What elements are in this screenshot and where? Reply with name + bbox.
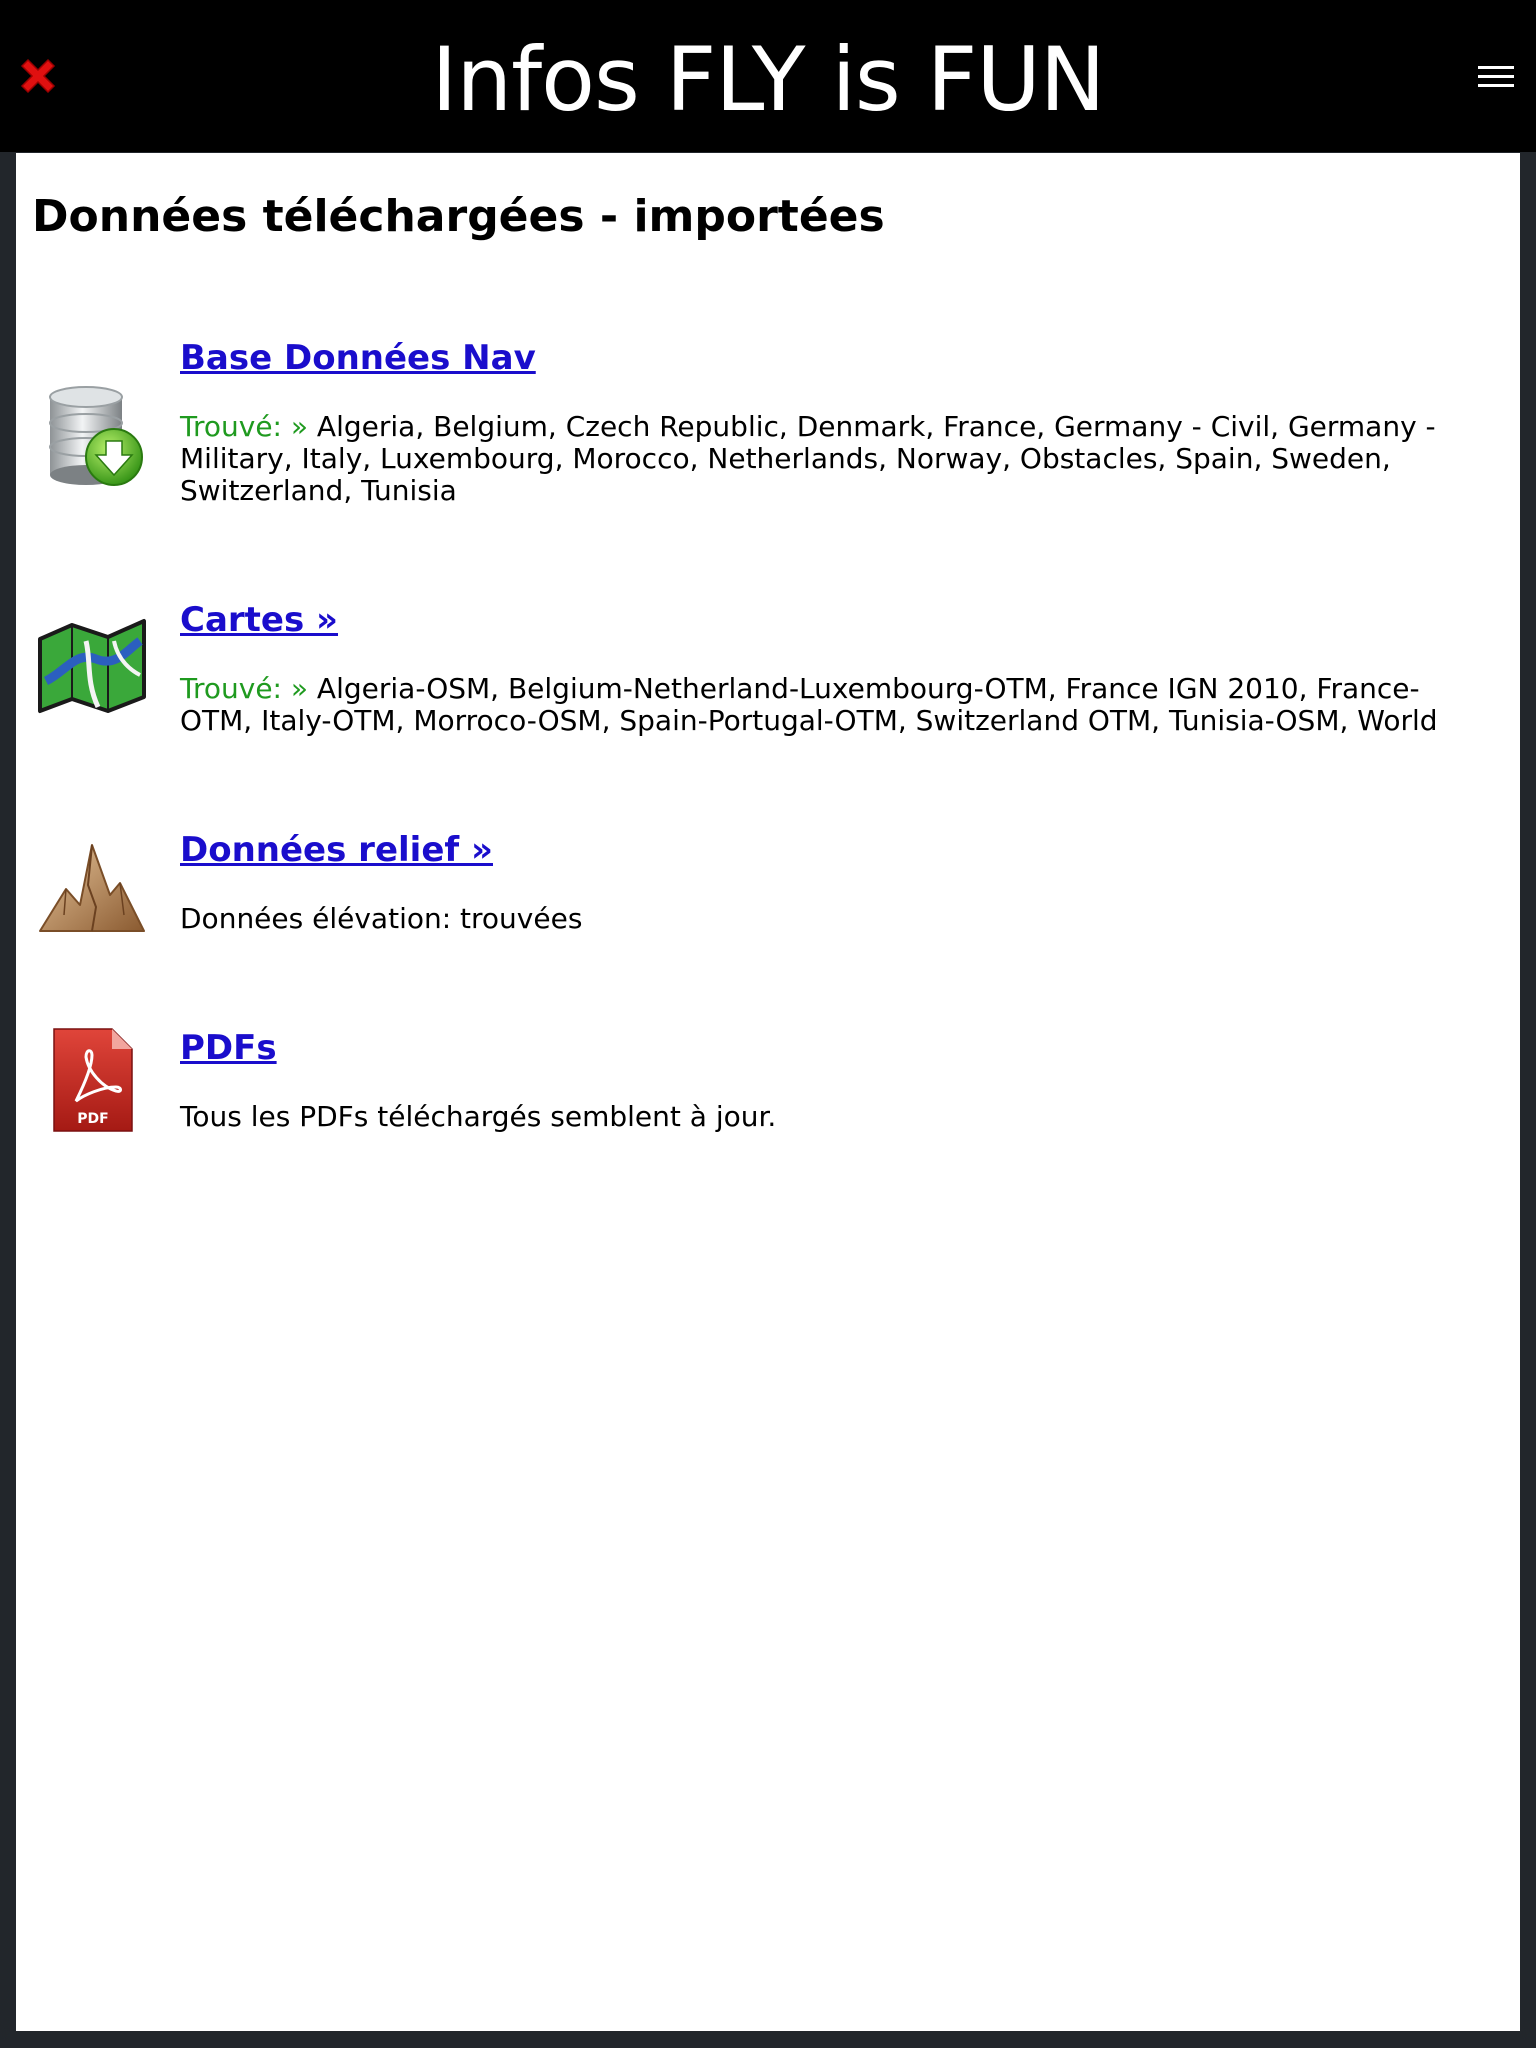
found-list: Algeria-OSM, Belgium-Netherland-Luxembou… <box>180 672 1438 737</box>
app-header: Infos FLY is FUN <box>0 0 1536 152</box>
relief-heading: Données relief » <box>180 827 493 873</box>
pdfs-link[interactable]: PDFs <box>180 1028 277 1068</box>
nav-database-link[interactable]: Base Données Nav <box>180 338 536 378</box>
pdfs-status: Tous les PDFs téléchargés semblent à jou… <box>180 1100 777 1133</box>
page-title: Données téléchargées - importées <box>32 191 885 242</box>
section-maps: Cartes » Trouvé: » Algeria-OSM, Belgium-… <box>16 597 1520 757</box>
found-label: Trouvé: » <box>180 410 309 443</box>
nav-database-heading: Base Données Nav <box>180 335 536 381</box>
mountain-relief-icon <box>36 835 148 947</box>
found-label: Trouvé: » <box>180 672 309 705</box>
database-download-icon <box>36 383 148 495</box>
maps-heading: Cartes » <box>180 597 338 643</box>
found-list: Algeria, Belgium, Czech Republic, Denmar… <box>180 410 1436 507</box>
nav-database-description: Trouvé: » Algeria, Belgium, Czech Republ… <box>180 411 1490 507</box>
pdf-icon-label: PDF <box>77 1111 108 1127</box>
maps-link[interactable]: Cartes » <box>180 600 338 640</box>
maps-description: Trouvé: » Algeria-OSM, Belgium-Netherlan… <box>180 673 1490 737</box>
app-title: Infos FLY is FUN <box>431 28 1105 131</box>
section-pdfs: PDF PDFs Tous les PDFs téléchargés sembl… <box>16 1025 1520 1155</box>
main-content: Données téléchargées - importées Base Do… <box>16 153 1520 2031</box>
pdfs-heading: PDFs <box>180 1025 277 1071</box>
hamburger-menu-icon[interactable] <box>1474 60 1518 96</box>
pdf-file-icon: PDF <box>36 1025 148 1137</box>
map-icon <box>36 611 148 723</box>
relief-link[interactable]: Données relief » <box>180 830 493 870</box>
section-nav-database: Base Données Nav Trouvé: » Algeria, Belg… <box>16 335 1520 535</box>
section-relief: Données relief » Données élévation: trou… <box>16 827 1520 957</box>
relief-status: Données élévation: trouvées <box>180 902 583 935</box>
